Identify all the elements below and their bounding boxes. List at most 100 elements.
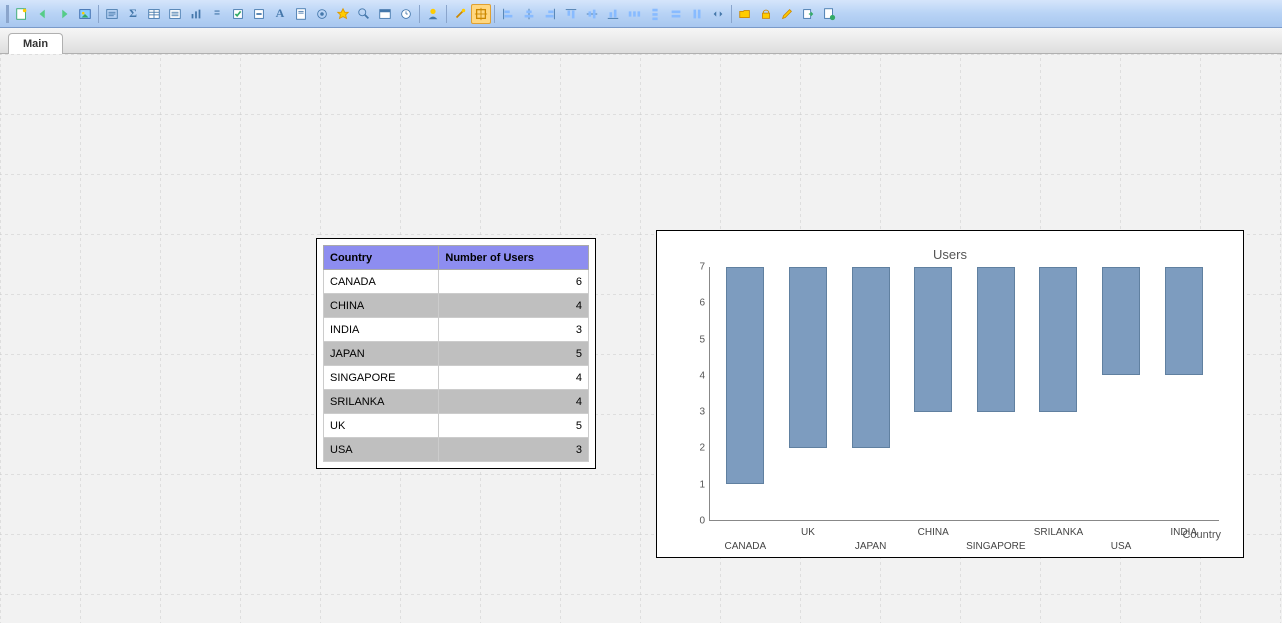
dist-v-icon[interactable] <box>645 4 665 24</box>
font-icon[interactable]: A <box>270 4 290 24</box>
cell-users: 4 <box>439 390 589 414</box>
bar-wrap: USA <box>1090 267 1153 520</box>
y-tick: 3 <box>679 407 705 418</box>
y-tick: 6 <box>679 298 705 309</box>
y-tick: 4 <box>679 370 705 381</box>
text-block-icon[interactable] <box>102 4 122 24</box>
cell-country: SINGAPORE <box>324 366 439 390</box>
bar-label: CANADA <box>724 541 766 552</box>
cell-users: 4 <box>439 366 589 390</box>
sigma-icon[interactable]: Σ <box>123 4 143 24</box>
table-icon[interactable] <box>144 4 164 24</box>
cell-users: 5 <box>439 342 589 366</box>
y-tick: 7 <box>679 262 705 273</box>
cell-country: SRILANKA <box>324 390 439 414</box>
bar <box>1102 267 1140 375</box>
target-icon[interactable] <box>312 4 332 24</box>
bar-wrap: SRILANKA <box>1027 267 1090 520</box>
same-height-icon[interactable] <box>687 4 707 24</box>
align-left-icon[interactable] <box>498 4 518 24</box>
open-icon[interactable] <box>735 4 755 24</box>
table-row: JAPAN5 <box>324 342 589 366</box>
chart-title: Users <box>671 245 1229 267</box>
image-icon[interactable] <box>75 4 95 24</box>
star-icon[interactable] <box>333 4 353 24</box>
snap-icon[interactable] <box>708 4 728 24</box>
cell-users: 3 <box>439 318 589 342</box>
export-icon[interactable] <box>798 4 818 24</box>
data-table-panel[interactable]: Country Number of Users CANADA6CHINA4IND… <box>316 238 596 469</box>
align-right-icon[interactable] <box>540 4 560 24</box>
align-middle-icon[interactable] <box>582 4 602 24</box>
list-icon[interactable] <box>165 4 185 24</box>
window-icon[interactable] <box>375 4 395 24</box>
align-top-icon[interactable] <box>561 4 581 24</box>
bar <box>1039 267 1077 412</box>
toolbar-separator <box>494 5 495 23</box>
minus-icon[interactable] <box>249 4 269 24</box>
same-width-icon[interactable] <box>666 4 686 24</box>
bar-label: JAPAN <box>855 541 887 552</box>
dist-h-icon[interactable] <box>624 4 644 24</box>
data-table: Country Number of Users CANADA6CHINA4IND… <box>323 245 589 462</box>
bar <box>977 267 1015 412</box>
cell-country: INDIA <box>324 318 439 342</box>
align-center-icon[interactable] <box>519 4 539 24</box>
bar <box>914 267 952 412</box>
table-row: SRILANKA4 <box>324 390 589 414</box>
cell-users: 6 <box>439 270 589 294</box>
bar-wrap: UK <box>777 267 840 520</box>
y-tick: 1 <box>679 479 705 490</box>
cell-country: JAPAN <box>324 342 439 366</box>
cell-country: CHINA <box>324 294 439 318</box>
forward-icon[interactable] <box>54 4 74 24</box>
tab-strip: Main <box>0 28 1282 54</box>
design-canvas[interactable]: Country Number of Users CANADA6CHINA4IND… <box>0 54 1282 623</box>
bar-wrap: SINGAPORE <box>965 267 1028 520</box>
bar-wrap: CANADA <box>714 267 777 520</box>
cell-country: USA <box>324 438 439 462</box>
tab-main[interactable]: Main <box>8 33 63 54</box>
checkbox-icon[interactable] <box>228 4 248 24</box>
refresh-icon[interactable] <box>819 4 839 24</box>
bar-label: USA <box>1111 541 1132 552</box>
wand-icon[interactable] <box>450 4 470 24</box>
bar-label: SINGAPORE <box>966 541 1025 552</box>
y-tick: 0 <box>679 516 705 527</box>
select-icon[interactable] <box>471 4 491 24</box>
y-tick: 5 <box>679 334 705 345</box>
chart-body: 01234567 CANADAUKJAPANCHINASINGAPORESRIL… <box>709 267 1219 521</box>
equal-icon[interactable]: = <box>207 4 227 24</box>
clock-icon[interactable] <box>396 4 416 24</box>
cell-users: 5 <box>439 414 589 438</box>
toolbar: Σ = A <box>0 0 1282 28</box>
toolbar-separator <box>419 5 420 23</box>
toolbar-separator <box>731 5 732 23</box>
align-bottom-icon[interactable] <box>603 4 623 24</box>
edit-icon[interactable] <box>777 4 797 24</box>
cell-country: UK <box>324 414 439 438</box>
lock-icon[interactable] <box>756 4 776 24</box>
table-row: CANADA6 <box>324 270 589 294</box>
col-country: Country <box>324 246 439 270</box>
x-axis-label: Country <box>1182 529 1221 541</box>
chart-box: Users 01234567 CANADAUKJAPANCHINASINGAPO… <box>671 245 1229 543</box>
bar-label: CHINA <box>918 527 949 538</box>
toolbar-separator <box>98 5 99 23</box>
table-row: INDIA3 <box>324 318 589 342</box>
table-row: UK5 <box>324 414 589 438</box>
y-axis: 01234567 <box>679 267 705 521</box>
chart-icon[interactable] <box>186 4 206 24</box>
col-users: Number of Users <box>439 246 589 270</box>
bar <box>852 267 890 448</box>
cell-country: CANADA <box>324 270 439 294</box>
zoom-icon[interactable] <box>354 4 374 24</box>
user-icon[interactable] <box>423 4 443 24</box>
page-icon[interactable] <box>291 4 311 24</box>
chart-panel[interactable]: Users 01234567 CANADAUKJAPANCHINASINGAPO… <box>656 230 1244 558</box>
back-icon[interactable] <box>33 4 53 24</box>
bar <box>1165 267 1203 375</box>
new-icon[interactable] <box>12 4 32 24</box>
table-row: CHINA4 <box>324 294 589 318</box>
plot-area: CANADAUKJAPANCHINASINGAPORESRILANKAUSAIN… <box>709 267 1219 521</box>
